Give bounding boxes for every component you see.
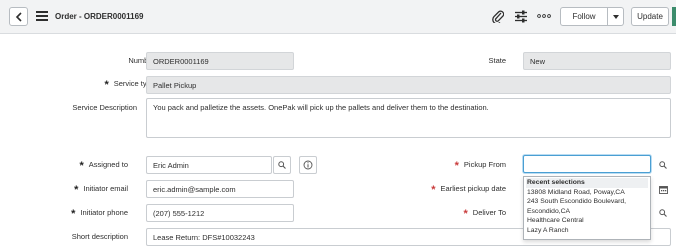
chevron-down-icon [612, 14, 619, 19]
form-header: Order - ORDER0001169 Follow Update [0, 0, 676, 34]
short-description-label: Short description [71, 232, 128, 241]
follow-dropdown-button[interactable] [608, 7, 624, 26]
back-button[interactable] [9, 7, 28, 26]
service-type-field[interactable]: Pallet Pickup [146, 76, 671, 94]
search-icon [659, 161, 667, 169]
recent-selection-item[interactable]: 13808 Midland Road, Poway,CA [526, 188, 648, 198]
submit-button-edge[interactable] [672, 7, 676, 26]
sliders-icon[interactable] [513, 8, 529, 24]
recent-selection-item[interactable]: 243 South Escondido Boulevard, [526, 197, 648, 207]
required-indicator: * [79, 160, 84, 172]
initiator-phone-label: * Initiator phone [71, 208, 128, 220]
recent-selections-dropdown: Recent selections 13808 Midland Road, Po… [523, 176, 651, 240]
update-button[interactable]: Update [631, 7, 669, 26]
deliver-to-lookup-button[interactable] [654, 204, 672, 222]
required-indicator: * [74, 184, 79, 196]
state-field[interactable]: New [523, 52, 671, 70]
deliver-to-label: * Deliver To [463, 208, 507, 220]
earliest-pickup-date-label: * Earliest pickup date [431, 184, 506, 196]
state-label: State [488, 56, 506, 65]
paperclip-icon[interactable] [490, 8, 506, 24]
assigned-to-input[interactable]: Eric Admin [146, 156, 272, 174]
page-title: Order - ORDER0001169 [55, 12, 144, 21]
hamburger-menu-icon[interactable] [36, 11, 48, 21]
search-icon [659, 209, 667, 217]
pickup-from-input[interactable] [523, 155, 651, 173]
required-indicator: * [463, 208, 468, 220]
required-indicator: * [71, 208, 76, 220]
number-field[interactable]: ORDER0001169 [146, 52, 294, 70]
info-icon [303, 160, 313, 170]
assigned-to-label: * Assigned to [79, 160, 128, 172]
recent-selections-header: Recent selections [526, 178, 648, 188]
service-description-label: Service Description [72, 103, 137, 112]
assigned-to-lookup-button[interactable] [273, 156, 291, 174]
recent-selection-item[interactable]: Healthcare Central [526, 216, 648, 226]
search-icon [278, 161, 286, 169]
required-indicator: * [431, 184, 436, 196]
pickup-from-lookup-button[interactable] [654, 156, 672, 174]
recent-selection-item[interactable]: Escondido,CA [526, 207, 648, 217]
calendar-icon [658, 185, 668, 194]
required-indicator: * [454, 160, 459, 172]
date-picker-button[interactable] [654, 180, 672, 198]
required-indicator: * [104, 79, 109, 91]
recent-selection-item[interactable]: Lazy A Ranch [526, 226, 648, 236]
assigned-to-info-button[interactable] [299, 156, 317, 174]
initiator-phone-input[interactable]: (207) 555-1212 [146, 204, 294, 222]
service-description-field[interactable]: You pack and palletize the assets. OnePa… [146, 98, 671, 138]
more-icon[interactable] [536, 8, 552, 24]
chevron-left-icon [15, 11, 22, 22]
initiator-email-label: * Initiator email [74, 184, 128, 196]
initiator-email-input[interactable]: eric.admin@sample.com [146, 180, 294, 198]
pickup-from-label: * Pickup From [454, 160, 506, 172]
follow-button[interactable]: Follow [560, 7, 608, 26]
